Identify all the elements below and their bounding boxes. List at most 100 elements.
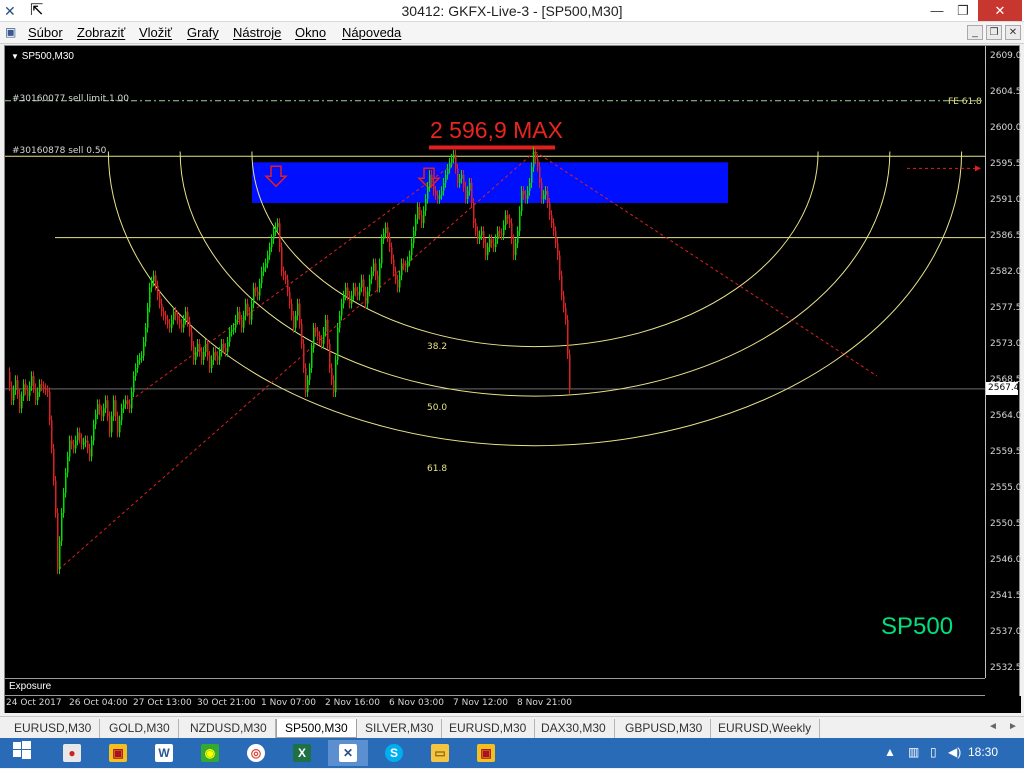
candle-body (271, 239, 273, 248)
battery-icon[interactable]: ▯ (930, 745, 937, 759)
time-tick: 24 Oct 2017 (6, 698, 62, 708)
child-minimize-button[interactable]: _ (967, 25, 983, 40)
candle-body (361, 279, 363, 288)
child-restore-button[interactable]: ❐ (986, 25, 1002, 40)
tab-dax30-m30[interactable]: DAX30,M30 (533, 719, 615, 738)
candle-body (323, 331, 325, 344)
candle-body (511, 223, 513, 240)
candle-body (179, 319, 181, 324)
candle-body (339, 315, 341, 328)
tab-gold-m30[interactable]: GOLD,M30 (101, 719, 179, 738)
candle-body (467, 190, 469, 199)
candle-body (59, 541, 61, 570)
candle-body (559, 255, 561, 276)
price-tick: 2564.0 (990, 411, 1022, 421)
menu-file[interactable]: Súbor (28, 25, 63, 40)
mt4-green-icon[interactable]: ◉ (190, 740, 230, 766)
menu-tools[interactable]: Nástroje (233, 25, 281, 40)
skype-icon[interactable]: S (374, 740, 414, 766)
candle-body (107, 400, 109, 417)
time-tick: 8 Nov 21:00 (517, 698, 572, 708)
candle-body (173, 311, 175, 320)
candle-body (127, 400, 129, 405)
tab-gbpusd-m30[interactable]: GBPUSD,M30 (617, 719, 712, 738)
tab-eurusd-weekly[interactable]: EURUSD,Weekly (710, 719, 821, 738)
candle-body (47, 390, 49, 393)
excel-icon[interactable]: X (282, 740, 322, 766)
max-label: 2 596,9 MAX (430, 117, 563, 143)
candle-body (415, 219, 417, 232)
chart-window-icon[interactable]: ▣ (5, 25, 16, 39)
metatrader-icon[interactable]: ▣ (98, 740, 138, 766)
symbol-dropdown-icon[interactable]: ▼ (11, 52, 19, 61)
menu-insert[interactable]: Vložiť (139, 25, 172, 40)
candle-body (159, 295, 161, 304)
candle-body (197, 343, 199, 352)
candle-body (253, 287, 255, 304)
candle-body (19, 394, 21, 409)
file-explorer-icon[interactable]: ▭ (420, 740, 460, 766)
candle-body (489, 239, 491, 248)
chart-window[interactable]: ▼ SP500,M30 #30160077 sell limit 1.00 #3… (4, 45, 1022, 713)
candle-body (463, 174, 465, 187)
clock[interactable]: 18:30 (968, 745, 998, 759)
candle-body (149, 287, 151, 308)
candle-body (503, 225, 505, 236)
candle-body (461, 174, 463, 179)
mt4-active-icon[interactable]: ✕ (328, 740, 368, 766)
candle-body (221, 343, 223, 352)
tab-silver-m30[interactable]: SILVER,M30 (357, 719, 443, 738)
windows-start-icon[interactable] (2, 740, 42, 766)
close-button[interactable]: ✕ (978, 0, 1022, 21)
volume-icon[interactable]: ◀) (948, 745, 961, 759)
candle-body (409, 255, 411, 262)
candle-body (195, 351, 197, 360)
candle-body (265, 263, 267, 268)
exposure-panel[interactable]: Exposure (5, 678, 985, 696)
candle-body (233, 327, 235, 330)
menu-view[interactable]: Zobraziť (77, 25, 125, 40)
candle-body (61, 512, 63, 542)
candle-body (333, 380, 335, 393)
candle-body (39, 384, 41, 393)
candle-body (313, 327, 315, 348)
tab-eurusd-m30[interactable]: EURUSD,M30 (6, 719, 101, 738)
order-sell-limit-label: #30160077 sell limit 1.00 (12, 94, 129, 104)
show-hidden-icons-icon[interactable]: ▲ (884, 745, 896, 759)
candle-body (459, 178, 461, 183)
candle-body (449, 162, 451, 169)
candle-body (175, 311, 177, 316)
menu-window[interactable]: Okno (295, 25, 326, 40)
symbol-tab-bar: EURUSD,M30 GOLD,M30 NZDUSD,M30 SP500,M30… (0, 716, 1024, 738)
candle-body (213, 351, 215, 360)
candle-body (523, 190, 525, 195)
candle-body (547, 190, 549, 203)
tab-eurusd-m30-2[interactable]: EURUSD,M30 (441, 719, 536, 738)
word-icon[interactable]: W (144, 740, 184, 766)
candle-body (303, 343, 305, 369)
candle-body (187, 311, 189, 322)
candle-body (89, 448, 91, 457)
menu-help[interactable]: Nápoveda (342, 25, 401, 40)
metatrader-2-icon[interactable]: ▣ (466, 740, 506, 766)
tab-nzdusd-m30[interactable]: NZDUSD,M30 (182, 719, 276, 738)
tab-scroll-right-icon[interactable]: ► (1008, 721, 1018, 732)
price-axis[interactable]: 2609.0 2604.5 2600.0 2595.5 2591.0 2586.… (985, 46, 1022, 678)
tab-scroll-left-icon[interactable]: ◄ (988, 721, 998, 732)
candle-body (147, 307, 149, 328)
candle-body (103, 408, 105, 417)
maximize-button[interactable]: ❐ (948, 0, 978, 21)
candle-body (443, 182, 445, 191)
chrome-icon[interactable]: ◎ (236, 740, 276, 766)
candle-body (421, 215, 423, 224)
time-axis[interactable]: 24 Oct 2017 26 Oct 04:00 27 Oct 13:00 30… (5, 696, 1021, 713)
child-close-button[interactable]: ✕ (1005, 25, 1021, 40)
candle-body (289, 291, 291, 304)
tab-sp500-m30[interactable]: SP500,M30 (276, 719, 357, 738)
network-icon[interactable]: ▥ (908, 745, 919, 759)
candle-body (395, 271, 397, 280)
candle-body (255, 287, 257, 292)
paint-icon[interactable]: ● (52, 740, 92, 766)
menu-charts[interactable]: Grafy (187, 25, 219, 40)
candle-body (435, 190, 437, 195)
